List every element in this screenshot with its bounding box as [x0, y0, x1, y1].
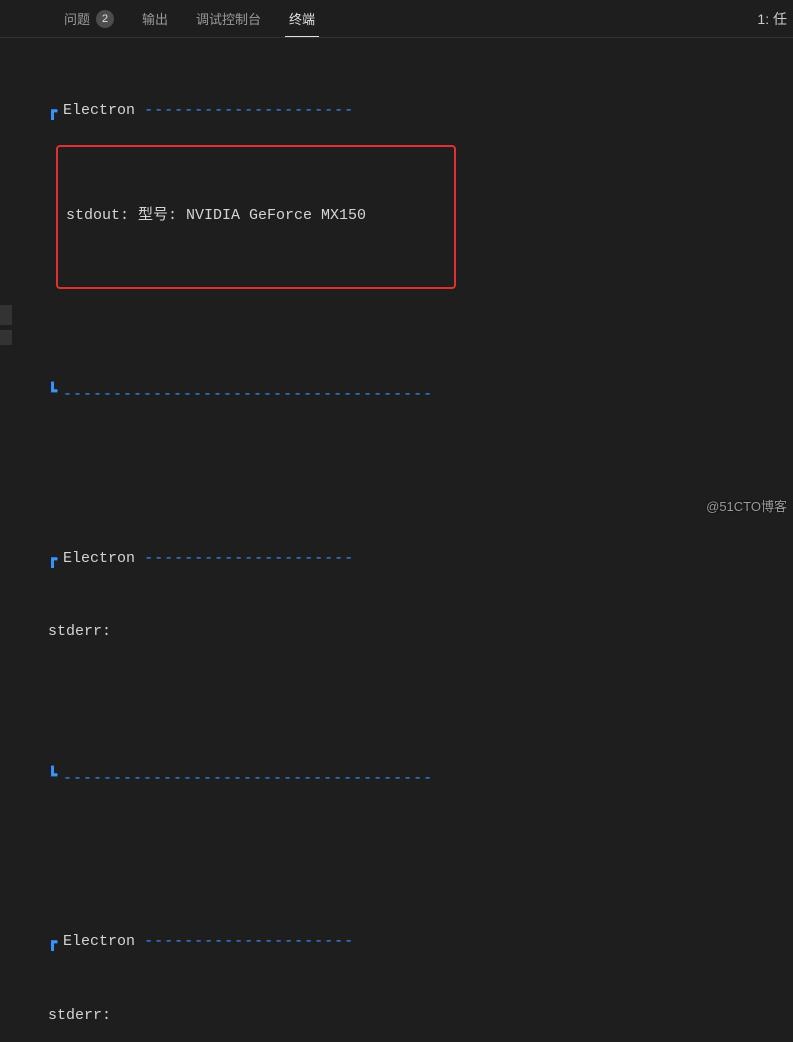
- gutter-mark: [0, 305, 12, 325]
- section-close: -------------------------------------: [48, 767, 771, 790]
- tab-debug-console[interactable]: 调试控制台: [182, 0, 275, 37]
- problems-count-badge: 2: [96, 10, 114, 28]
- section-title: Electron: [63, 933, 135, 950]
- section-open: Electron ---------------------: [48, 547, 771, 570]
- terminal-selector[interactable]: 1: 任: [757, 0, 787, 37]
- tab-output-label: 输出: [142, 9, 168, 28]
- section-title: Electron: [63, 550, 135, 567]
- section-open: Electron ---------------------: [48, 930, 771, 953]
- section-title: Electron: [63, 102, 135, 119]
- gutter-mark: [0, 330, 12, 345]
- terminal-output[interactable]: Electron --------------------- stdout: 型…: [0, 38, 793, 1042]
- watermark: @51CTO博客: [706, 496, 787, 515]
- stderr-line: stderr:: [48, 1000, 771, 1033]
- tab-problems[interactable]: 问题 2: [50, 0, 128, 37]
- tab-debug-console-label: 调试控制台: [196, 9, 261, 28]
- tab-problems-label: 问题: [64, 9, 90, 28]
- dashes: ---------------------: [144, 102, 354, 119]
- dashes: -------------------------------------: [63, 386, 433, 403]
- section-close: -------------------------------------: [48, 383, 771, 406]
- dashes: ---------------------: [144, 550, 354, 567]
- tab-output[interactable]: 输出: [128, 0, 182, 37]
- dashes: ---------------------: [144, 933, 354, 950]
- stderr-line: stderr:: [48, 616, 771, 649]
- panel-tabs-header: 问题 2 输出 调试控制台 终端 1: 任: [0, 0, 793, 38]
- tab-terminal[interactable]: 终端: [275, 0, 329, 37]
- highlight-annotation: stdout: 型号: NVIDIA GeForce MX150: [56, 145, 456, 289]
- section-open: Electron ---------------------: [48, 99, 771, 122]
- dashes: -------------------------------------: [63, 770, 433, 787]
- tab-terminal-label: 终端: [289, 9, 315, 28]
- stdout-line: stdout: 型号: NVIDIA GeForce MX150: [66, 200, 446, 233]
- terminal-selector-label: 1: 任: [757, 9, 787, 29]
